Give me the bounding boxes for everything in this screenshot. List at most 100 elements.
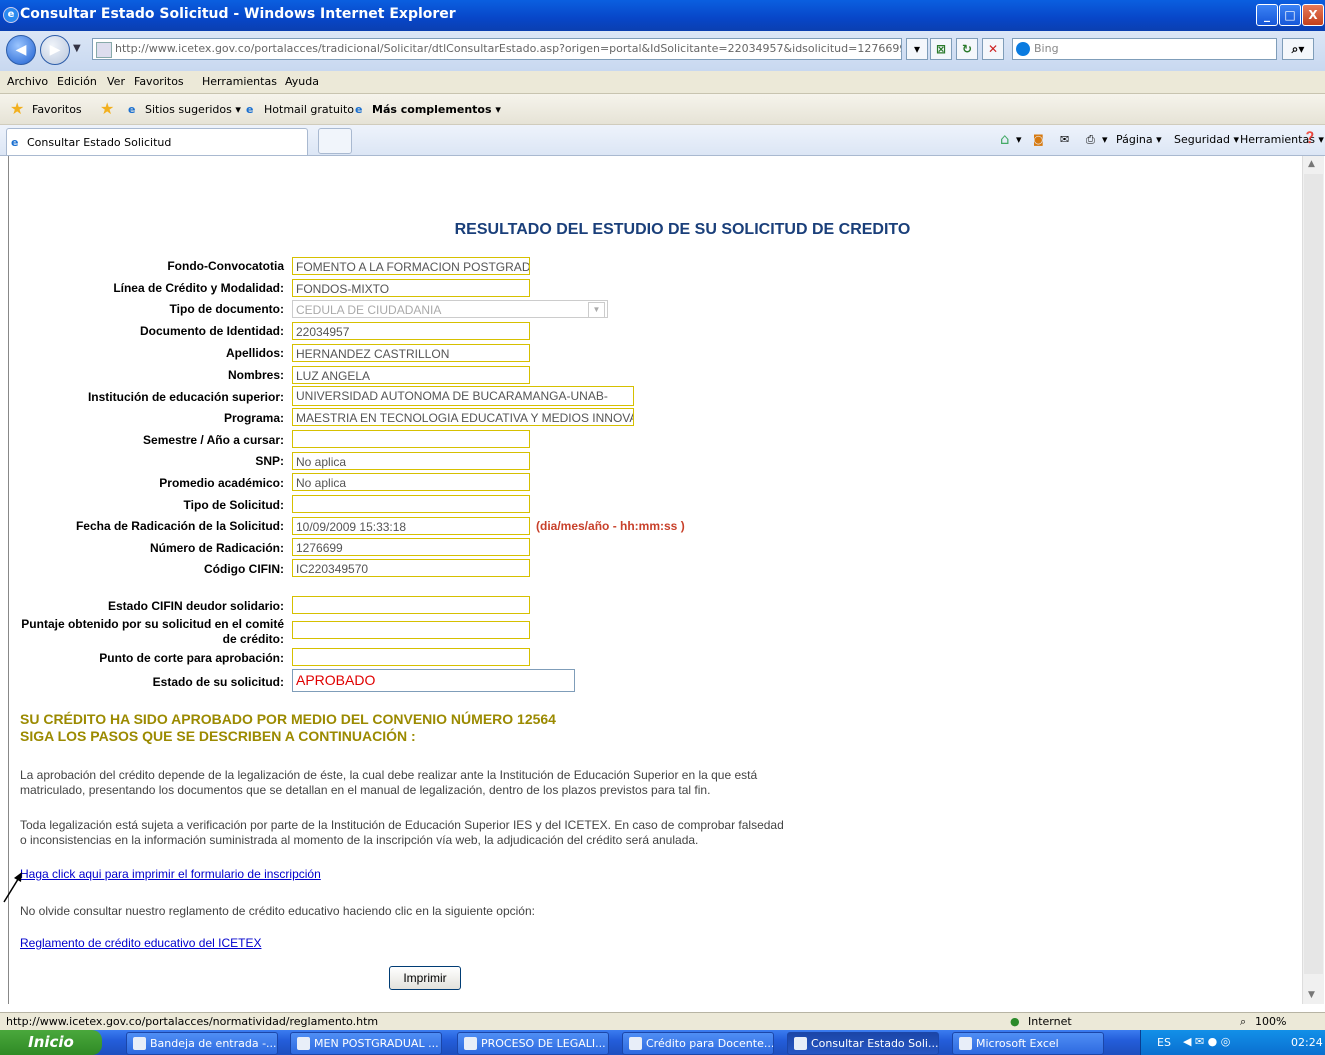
- taskbar-item-men-postgradual[interactable]: MEN POSTGRADUAL ...: [290, 1032, 442, 1055]
- paragraph-2-line2: o inconsistencias en la información sumi…: [20, 833, 699, 847]
- folder-icon: [297, 1037, 310, 1050]
- ie-icon: [794, 1037, 807, 1050]
- label-puntaje-line1: Puntaje obtenido por su solicitud en el …: [21, 617, 284, 631]
- dropdown-arrow-icon[interactable]: ▼: [588, 302, 605, 317]
- taskbar-item-proceso-legali[interactable]: PROCESO DE LEGALI...: [457, 1032, 609, 1055]
- window-title: Consultar Estado Solicitud - Windows Int…: [20, 6, 456, 22]
- fecha-format-hint: (dia/mes/año - hh:mm:ss ): [536, 519, 685, 533]
- label-tipo-solicitud: Tipo de Solicitud:: [183, 498, 284, 512]
- menu-archivo[interactable]: Archivo: [7, 75, 48, 88]
- field-documento[interactable]: 22034957: [292, 322, 530, 340]
- taskbar-item-excel[interactable]: Microsoft Excel: [952, 1032, 1104, 1055]
- scroll-up-icon[interactable]: ▲: [1308, 159, 1315, 169]
- field-fecha[interactable]: 10/09/2009 15:33:18: [292, 517, 530, 535]
- menu-ayuda[interactable]: Ayuda: [285, 75, 319, 88]
- field-numero-radicacion[interactable]: 1276699: [292, 538, 530, 556]
- sitios-sugeridos-link[interactable]: Sitios sugeridos ▾: [145, 103, 241, 116]
- ie-page-icon: e: [128, 103, 136, 116]
- feeds-icon[interactable]: ◙: [1033, 133, 1044, 146]
- menu-ver[interactable]: Ver: [107, 75, 125, 88]
- address-dropdown-icon[interactable]: ▾: [906, 38, 928, 60]
- field-snp[interactable]: No aplica: [292, 452, 530, 470]
- field-apellidos[interactable]: HERNANDEZ CASTRILLON: [292, 344, 530, 362]
- maximize-button[interactable]: □: [1279, 4, 1301, 26]
- recent-pages-dropdown-icon[interactable]: ▼: [73, 43, 81, 54]
- bing-logo-icon: [1016, 42, 1030, 56]
- address-text: http://www.icetex.gov.co/portalacces/tra…: [115, 42, 901, 55]
- pagina-menu[interactable]: Página ▾: [1116, 133, 1162, 146]
- new-tab-button[interactable]: [318, 128, 352, 154]
- field-estado-cifin[interactable]: [292, 596, 530, 614]
- tray-icons[interactable]: ◀ ✉ ● ◎: [1183, 1035, 1230, 1048]
- field-promedio[interactable]: No aplica: [292, 473, 530, 491]
- field-tipo-solicitud[interactable]: [292, 495, 530, 513]
- field-fondo[interactable]: FOMENTO A LA FORMACION POSTGRAD: [292, 257, 530, 275]
- page-icon: [96, 42, 112, 58]
- select-tipo-documento-value: CEDULA DE CIUDADANIA: [296, 303, 442, 317]
- system-tray: ES ◀ ✉ ● ◎ 02:24: [1140, 1030, 1325, 1055]
- home-dropdown-icon[interactable]: ▾: [1016, 133, 1022, 146]
- minimize-button[interactable]: _: [1256, 4, 1278, 26]
- status-zoom[interactable]: 100%: [1255, 1015, 1286, 1028]
- close-button[interactable]: X: [1302, 4, 1324, 26]
- help-icon[interactable]: ❓: [1303, 131, 1317, 144]
- print-icon[interactable]: ⎙: [1086, 133, 1095, 147]
- hotmail-link[interactable]: Hotmail gratuito: [264, 103, 354, 116]
- field-programa[interactable]: MAESTRIA EN TECNOLOGIA EDUCATIVA Y MEDIO…: [292, 408, 634, 426]
- language-indicator[interactable]: ES: [1157, 1036, 1171, 1049]
- compatibility-view-icon[interactable]: ⊠: [930, 38, 952, 60]
- field-codigo-cifin[interactable]: IC220349570: [292, 559, 530, 577]
- mail-icon[interactable]: ✉: [1060, 133, 1069, 146]
- print-form-link[interactable]: Haga click aqui para imprimir el formula…: [20, 867, 321, 881]
- stop-icon[interactable]: ✕: [982, 38, 1004, 60]
- label-documento: Documento de Identidad:: [140, 324, 284, 338]
- excel-icon: [959, 1037, 972, 1050]
- paragraph-1-line1: La aprobación del crédito depende de la …: [20, 768, 758, 782]
- zoom-icon[interactable]: ⌕: [1240, 1015, 1246, 1029]
- field-nombres[interactable]: LUZ ANGELA: [292, 366, 530, 384]
- search-button-icon[interactable]: ⌕▾: [1282, 38, 1314, 60]
- reglamento-link[interactable]: Reglamento de crédito educativo del ICET…: [20, 936, 261, 950]
- field-semestre[interactable]: [292, 430, 530, 448]
- refresh-icon[interactable]: ↻: [956, 38, 978, 60]
- field-punto-corte[interactable]: [292, 648, 530, 666]
- address-bar[interactable]: http://www.icetex.gov.co/portalacces/tra…: [92, 38, 902, 60]
- favorites-button[interactable]: Favoritos: [32, 103, 82, 116]
- scroll-down-icon[interactable]: ▼: [1308, 990, 1315, 1000]
- ie-page-icon: e: [246, 103, 254, 116]
- taskbar-item-bandeja[interactable]: Bandeja de entrada -...: [126, 1032, 278, 1055]
- search-placeholder: Bing: [1034, 42, 1059, 55]
- menu-herramientas[interactable]: Herramientas: [202, 75, 277, 88]
- ie-icon: [629, 1037, 642, 1050]
- search-input[interactable]: Bing: [1012, 38, 1277, 60]
- print-button[interactable]: Imprimir: [389, 966, 461, 990]
- ie-page-icon: e: [11, 136, 19, 149]
- mas-complementos-link[interactable]: Más complementos ▾: [372, 103, 501, 116]
- clock[interactable]: 02:24: [1291, 1036, 1323, 1049]
- menu-favoritos[interactable]: Favoritos: [134, 75, 184, 88]
- taskbar-item-credito-docente[interactable]: Crédito para Docente...: [622, 1032, 774, 1055]
- favorites-bar: ★ Favoritos ★ e Sitios sugeridos ▾ e Hot…: [0, 94, 1325, 125]
- menu-bar: Archivo Edición Ver Favoritos Herramient…: [0, 71, 1325, 94]
- add-favorite-icon[interactable]: ★: [100, 99, 114, 118]
- field-linea[interactable]: FONDOS-MIXTO: [292, 279, 530, 297]
- status-bar: http://www.icetex.gov.co/portalacces/nor…: [0, 1012, 1325, 1030]
- field-estado-solicitud[interactable]: APROBADO: [292, 669, 575, 692]
- seguridad-menu[interactable]: Seguridad ▾: [1174, 133, 1239, 146]
- menu-edicion[interactable]: Edición: [57, 75, 97, 88]
- scroll-thumb[interactable]: [1304, 174, 1323, 974]
- forward-button[interactable]: ▶: [40, 35, 70, 65]
- print-dropdown-icon[interactable]: ▾: [1102, 133, 1108, 146]
- start-button[interactable]: Inicio: [0, 1030, 102, 1055]
- page-heading: RESULTADO DEL ESTUDIO DE SU SOLICITUD DE…: [454, 221, 911, 238]
- vertical-scrollbar[interactable]: ▲ ▼: [1302, 156, 1324, 1004]
- field-puntaje[interactable]: [292, 621, 530, 639]
- tab-consultar-estado[interactable]: e Consultar Estado Solicitud: [6, 128, 308, 155]
- select-tipo-documento[interactable]: CEDULA DE CIUDADANIA ▼: [292, 300, 608, 318]
- taskbar-item-consultar-estado[interactable]: Consultar Estado Soli...: [787, 1032, 939, 1055]
- field-institucion[interactable]: UNIVERSIDAD AUTONOMA DE BUCARAMANGA-UNAB…: [292, 386, 634, 406]
- favorites-star-icon[interactable]: ★: [10, 99, 24, 118]
- back-button[interactable]: ◀: [6, 35, 36, 65]
- paragraph-2-line1: Toda legalización está sujeta a verifica…: [20, 818, 784, 832]
- home-icon[interactable]: ⌂: [1000, 130, 1010, 148]
